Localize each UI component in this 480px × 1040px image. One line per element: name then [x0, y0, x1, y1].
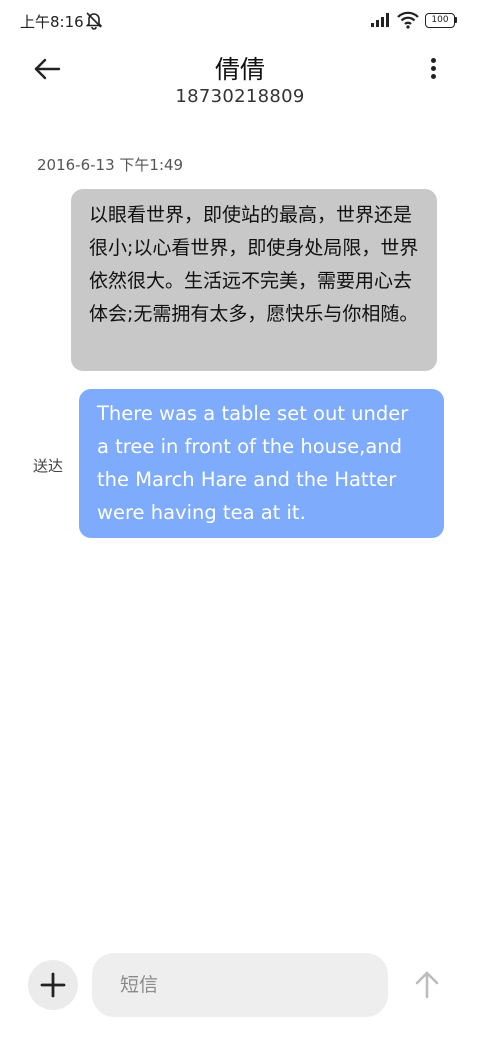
mute-icon — [85, 12, 103, 30]
contact-phone-number: 18730218809 — [175, 86, 305, 107]
add-attachment-button[interactable] — [28, 960, 78, 1010]
battery-tip — [455, 17, 457, 23]
arrow-up-icon — [415, 971, 439, 999]
send-button[interactable] — [408, 966, 446, 1004]
sent-message-bubble[interactable]: There was a table set out under a tree i… — [79, 389, 444, 538]
message-timestamp: 2016-6-13 下午1:49 — [37, 156, 184, 174]
delivery-status: 送达 — [33, 457, 64, 475]
message-input[interactable] — [92, 953, 388, 1017]
contact-name: 倩倩 — [214, 55, 265, 84]
wifi-icon — [397, 11, 419, 29]
signal-icon — [371, 13, 389, 27]
plus-icon — [40, 972, 66, 998]
status-time: 上午8:16 — [20, 13, 84, 31]
more-vertical-icon-dot — [431, 66, 436, 71]
battery-icon: 100 — [425, 13, 455, 28]
status-bar: 上午8:16 100 — [0, 0, 480, 40]
more-vertical-icon-dot — [431, 58, 436, 63]
more-vertical-icon-dot — [431, 74, 436, 79]
received-message-bubble[interactable]: 以眼看世界，即使站的最高，世界还是很小;以心看世界，即使身处局限，世界依然很大。… — [71, 189, 437, 371]
more-options-button[interactable] — [420, 54, 446, 84]
